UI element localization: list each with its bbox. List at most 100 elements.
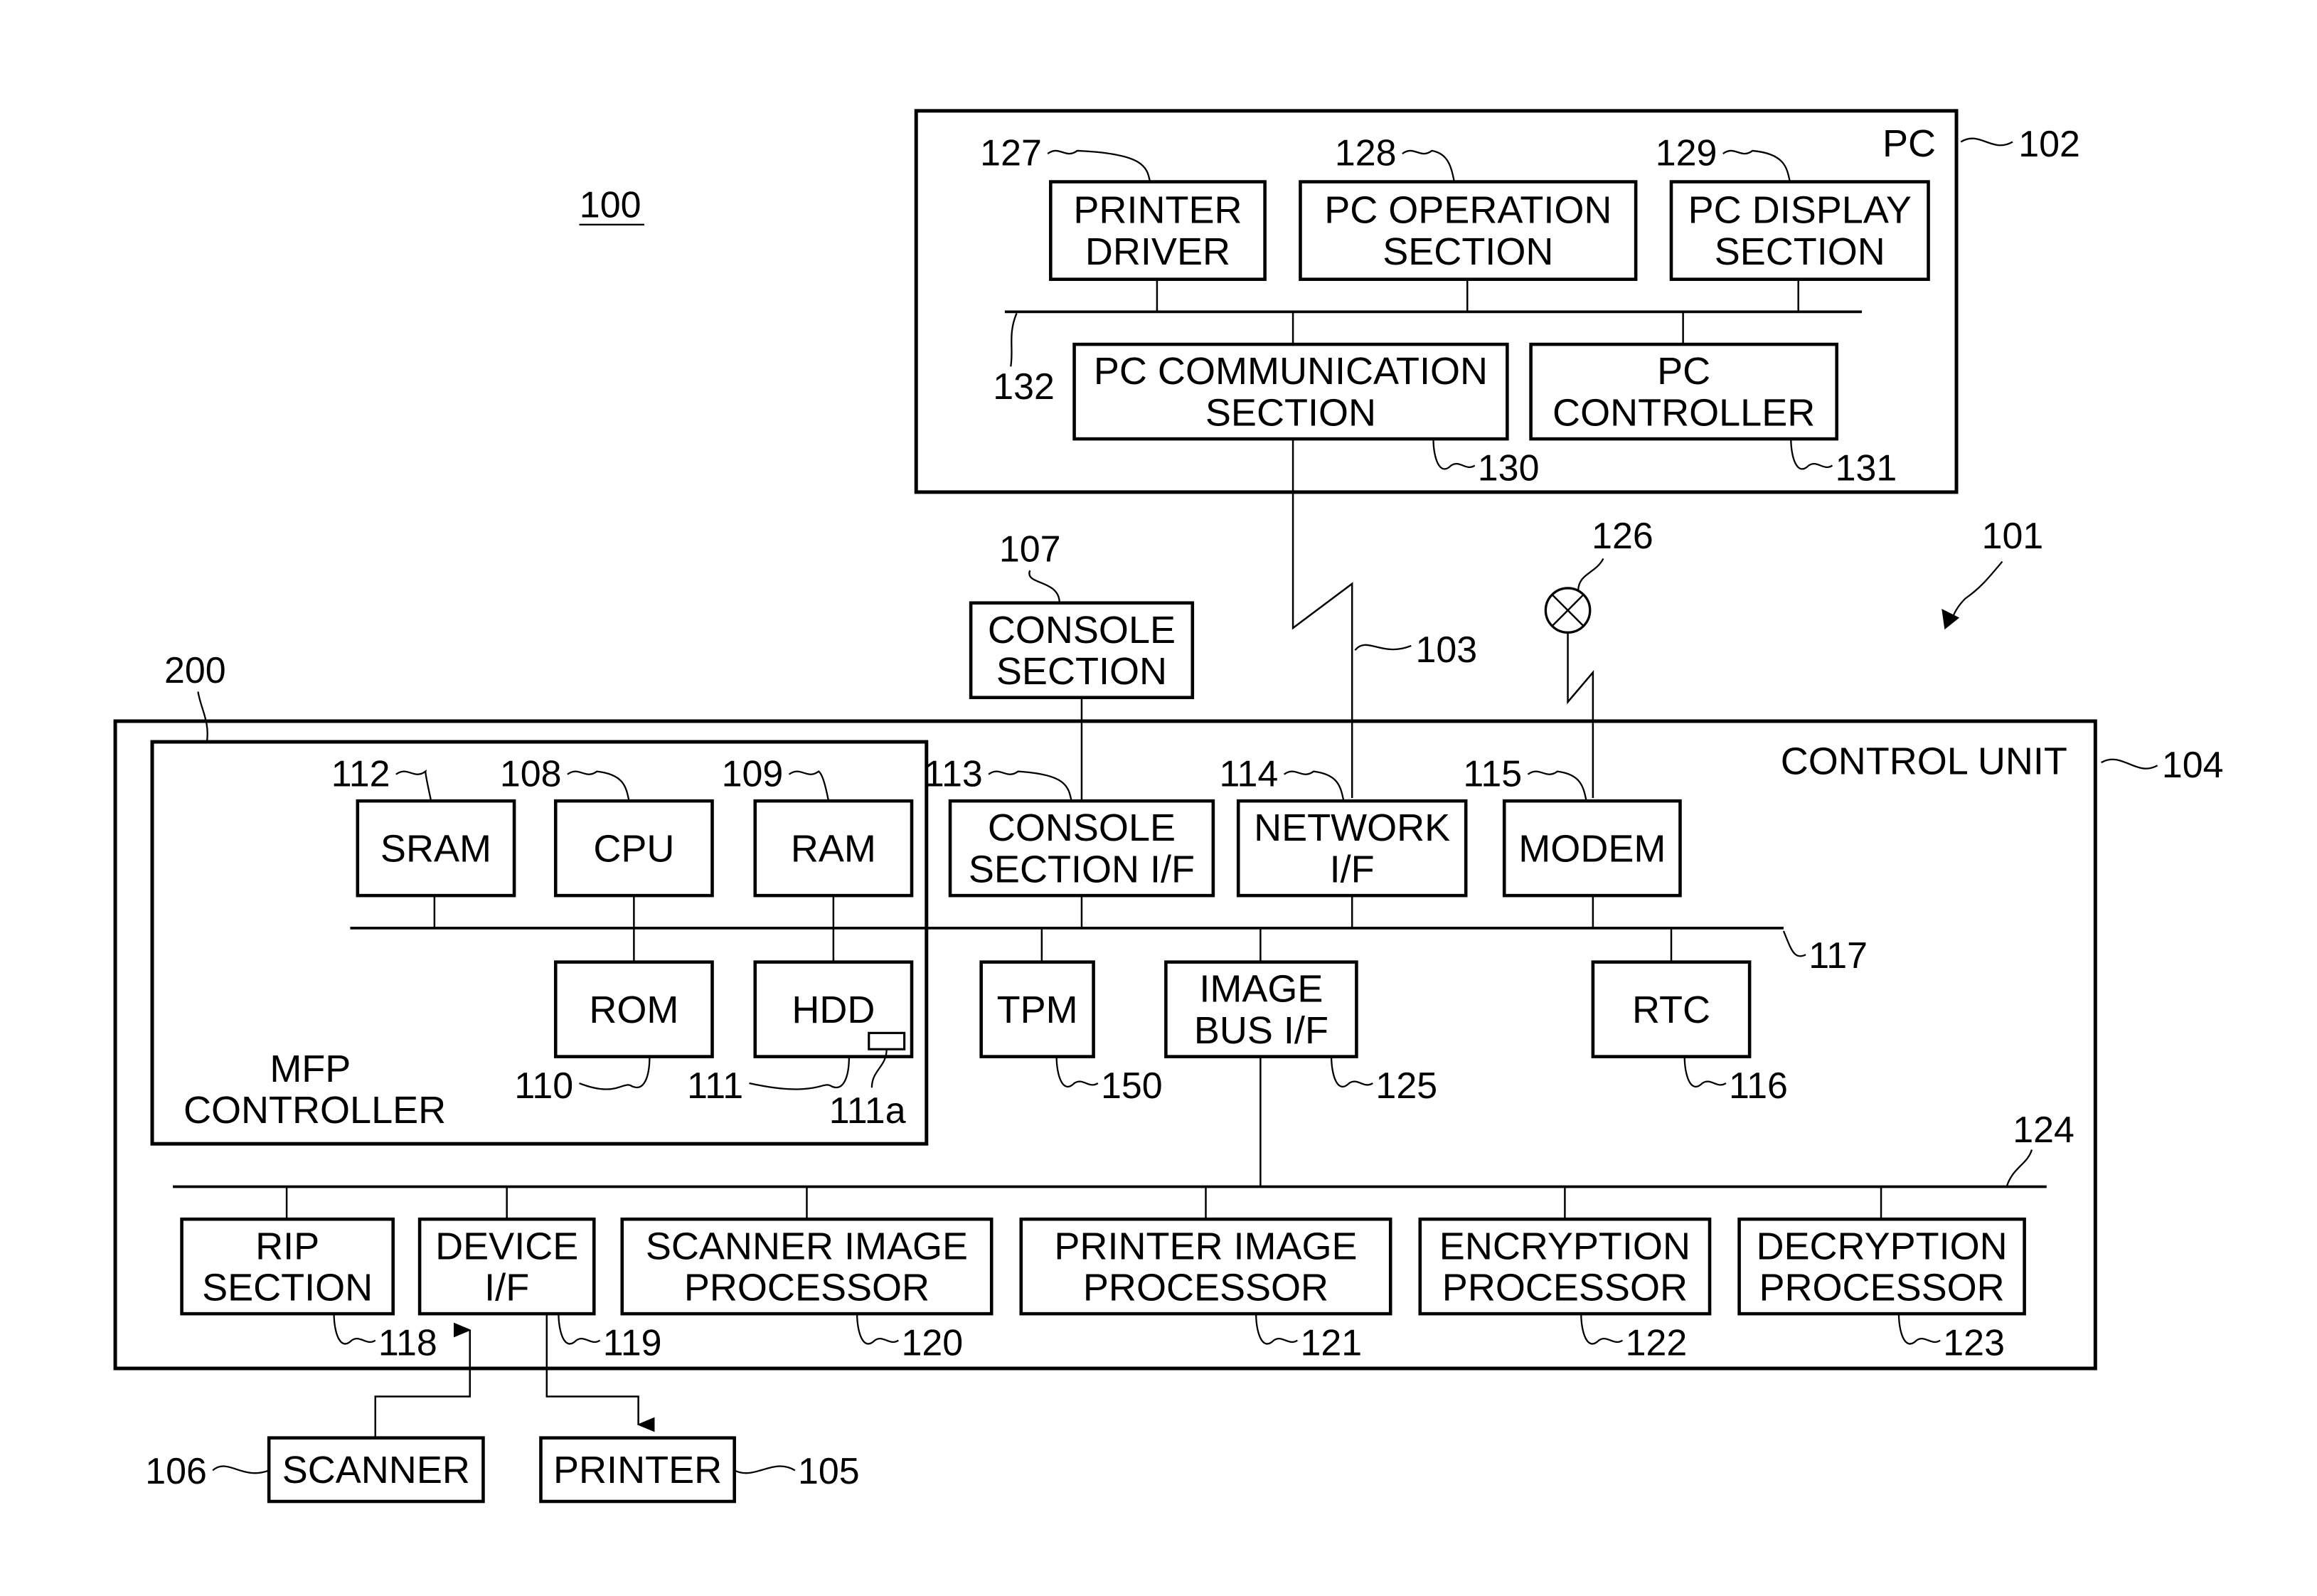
scanner-ref-label: 106: [145, 1451, 207, 1492]
decryption-label-line1: DECRYPTION: [1756, 1225, 2007, 1267]
network-ref-label: 103: [1416, 629, 1478, 671]
mfp-controller-ref-label: 200: [164, 650, 226, 691]
printer-driver-label-line2: DRIVER: [1085, 230, 1230, 273]
network-if-ref-label: 114: [1219, 753, 1278, 794]
pc-display-ref-label: 129: [1656, 133, 1717, 174]
pc-display-ref-leader: [1722, 149, 1791, 182]
sram-label-line1: SRAM: [380, 827, 491, 870]
rom-label-line1: ROM: [589, 989, 678, 1031]
scanner-block: SCANNER 106: [145, 1436, 485, 1504]
pc-bus-ref-label: 132: [993, 366, 1055, 408]
pc-operation-ref-label: 128: [1335, 133, 1397, 174]
blocks-layer: PRINTERDRIVER127PC OPERATIONSECTION128PC…: [145, 133, 2026, 1504]
system-bus-ref-label: 117: [1809, 935, 1868, 977]
phone-ref-label: 126: [1592, 516, 1653, 557]
system-ref-label: 100: [580, 184, 641, 225]
ram-ref-label: 109: [722, 753, 784, 794]
device-if-label-line1: DEVICE: [435, 1225, 578, 1267]
rip-label-line2: SECTION: [202, 1266, 373, 1309]
pointer-arrowhead-icon: [1942, 609, 1960, 630]
image-bus-if-block: IMAGEBUS I/F 125: [1164, 960, 1437, 1107]
console-section-ref-label: 107: [999, 529, 1061, 570]
printer-block: PRINTER 105: [539, 1436, 860, 1504]
pc-ref-leader: [1960, 137, 2013, 147]
pc-controller-ref-leader: [1790, 439, 1833, 470]
console-if-ref-leader: [988, 770, 1072, 802]
modem-ref-label: 115: [1463, 753, 1522, 794]
network-ref-leader: [1354, 644, 1412, 651]
rom-block: ROM 110: [514, 960, 714, 1107]
rtc-ref-label: 116: [1729, 1065, 1788, 1107]
decryption-block: DECRYPTIONPROCESSOR 123: [1737, 1217, 2026, 1363]
printer-label-line1: PRINTER: [553, 1449, 722, 1491]
pc-operation-block: PC OPERATIONSECTION 128: [1299, 133, 1638, 281]
block-diagram: 100 101 PC 102 132 103 126 CONTROL UNIT …: [113, 109, 2224, 1504]
sram-ref-label: 112: [331, 753, 390, 794]
pc-operation-ref-leader: [1402, 149, 1455, 182]
encryption-ref-leader: [1580, 1314, 1624, 1345]
hdd-ref-leader: [749, 1056, 851, 1090]
console-section-label-line1: CONSOLE: [988, 609, 1176, 651]
pc-communication-ref-leader: [1432, 439, 1476, 470]
pc-operation-label-line1: PC OPERATION: [1324, 189, 1612, 232]
telephone-connection-line: [1567, 632, 1594, 798]
printer-image-label-line1: PRINTER IMAGE: [1054, 1225, 1357, 1267]
pc-display-label-line2: SECTION: [1715, 230, 1885, 273]
hdd-label-line1: HDD: [792, 989, 875, 1031]
rip-label-line1: RIP: [255, 1225, 319, 1267]
printer-driver-label-line1: PRINTER: [1073, 189, 1242, 232]
image-bus-ref-leader: [2006, 1149, 2033, 1187]
system-bus-ref-leader: [1782, 930, 1806, 957]
decryption-ref-label: 123: [1943, 1322, 2005, 1363]
sram-block: SRAM 112: [331, 753, 516, 898]
device-if-ref-leader: [558, 1314, 601, 1345]
pc-display-label-line1: PC DISPLAY: [1688, 189, 1912, 232]
device-if-label-line2: I/F: [484, 1266, 529, 1309]
rom-ref-leader: [579, 1056, 651, 1090]
image-bus-if-label-line1: IMAGE: [1199, 968, 1323, 1011]
encryption-ref-label: 122: [1626, 1322, 1688, 1363]
pc-communication-label-line2: SECTION: [1205, 391, 1376, 434]
modem-ref-leader: [1527, 770, 1587, 802]
arrow-ref-label: 101: [1982, 516, 2044, 557]
console-if-ref-label: 113: [924, 753, 983, 794]
encryption-label-line1: ENCRYPTION: [1439, 1225, 1690, 1267]
mfp-controller-title-line2: CONTROLLER: [183, 1089, 446, 1132]
pc-operation-label-line2: SECTION: [1383, 230, 1553, 273]
printer-image-label-line2: PROCESSOR: [1083, 1266, 1328, 1309]
encryption-label-line2: PROCESSOR: [1442, 1266, 1688, 1309]
hdd-storage-area-icon: [868, 1031, 906, 1050]
tpm-ref-label: 150: [1101, 1065, 1163, 1107]
pc-ref-label: 102: [2018, 124, 2080, 165]
image-bus-ref-label: 124: [2013, 1110, 2074, 1151]
decryption-label-line2: PROCESSOR: [1759, 1266, 2004, 1309]
cpu-block: CPU 108: [500, 753, 714, 898]
image-bus-if-ref-leader: [1330, 1056, 1373, 1087]
console-section-label-line2: SECTION: [996, 650, 1167, 693]
rtc-label-line1: RTC: [1632, 989, 1710, 1031]
pointer-arrow: [1949, 560, 2003, 624]
ram-ref-leader: [788, 770, 830, 802]
ram-block: RAM109: [722, 753, 914, 898]
console-if-block: CONSOLESECTION I/F 113: [924, 753, 1215, 898]
cpu-label-line1: CPU: [593, 827, 674, 870]
rip-ref-leader: [333, 1314, 376, 1345]
pc-controller-label-line1: PC: [1657, 350, 1710, 393]
printer-image-block: PRINTER IMAGEPROCESSOR 121: [1019, 1217, 1392, 1363]
modem-block: MODEM 115: [1463, 753, 1682, 898]
image-bus-if-label-line2: BUS I/F: [1194, 1009, 1328, 1052]
cpu-ref-leader: [567, 770, 630, 802]
rom-ref-label: 110: [514, 1065, 573, 1107]
console-if-label-line1: CONSOLE: [988, 807, 1176, 849]
network-if-block: NETWORKI/F 114: [1219, 753, 1468, 898]
printer-image-ref-leader: [1255, 1314, 1298, 1345]
hdd-block: HDD 111 111a: [687, 960, 914, 1132]
hdd-sub-ref-label: 111a: [829, 1090, 906, 1132]
scanner-image-label-line2: PROCESSOR: [684, 1266, 930, 1309]
pc-controller-ref-label: 131: [1836, 447, 1897, 489]
console-section-ref-leader: [1028, 570, 1060, 603]
control-unit-title: CONTROL UNIT: [1781, 740, 2067, 783]
pc-communication-label-line1: PC COMMUNICATION: [1094, 350, 1488, 393]
control-unit-ref-label: 104: [2162, 745, 2224, 786]
pc-communication-ref-label: 130: [1478, 447, 1540, 489]
